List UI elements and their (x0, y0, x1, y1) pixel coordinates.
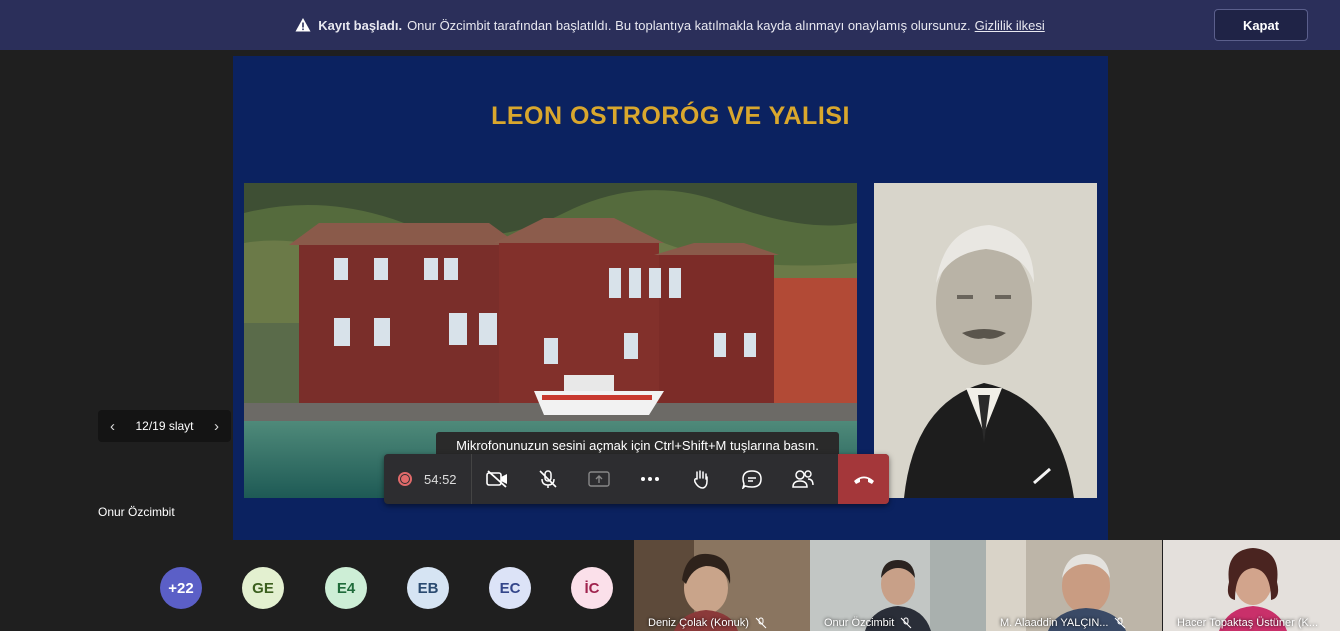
participant-name-tag: M. Alaaddin YALÇIN... (1000, 617, 1126, 629)
meeting-timer: 54:52 (424, 471, 457, 487)
participant-avatar[interactable]: EC (489, 567, 531, 609)
camera-off-icon (486, 470, 508, 488)
camera-toggle-button[interactable] (472, 454, 523, 504)
privacy-link[interactable]: Gizlilik ilkesi (975, 18, 1045, 33)
avatar-label: E4 (336, 579, 356, 597)
avatar-label: GE (252, 579, 274, 597)
participant-avatar[interactable]: EB (407, 567, 449, 609)
mic-toggle-button[interactable] (523, 454, 574, 504)
hang-up-icon (853, 476, 874, 484)
participant-name: Hacer Topaktaş Üstüner (K... (1177, 617, 1319, 629)
mic-off-icon (1115, 617, 1126, 629)
participant-name-tag: Hacer Topaktaş Üstüner (K... (1177, 617, 1318, 629)
slide-counter: 12/19 slayt (135, 419, 194, 433)
participant-name-tag: Deniz Çolak (Konuk) (648, 617, 767, 629)
mic-off-icon (755, 617, 767, 629)
previous-slide-icon[interactable]: ‹ (110, 418, 115, 435)
chat-button[interactable] (727, 454, 778, 504)
avatar-label: İC (584, 579, 600, 597)
video-tile[interactable]: M. Alaaddin YALÇIN... (986, 540, 1162, 631)
participant-avatar[interactable]: GE (242, 567, 284, 609)
participant-avatar[interactable]: İC (571, 567, 613, 609)
next-slide-icon[interactable]: › (214, 418, 219, 435)
participant-name: Deniz Çolak (Konuk) (648, 617, 749, 629)
leave-call-button[interactable] (838, 454, 889, 504)
raise-hand-button[interactable] (676, 454, 727, 504)
participant-name: M. Alaaddin YALÇIN... (1000, 617, 1109, 629)
slide-title: LEON OSTRORÓG VE YALISI (491, 102, 850, 130)
warning-icon (295, 18, 311, 32)
close-banner-button[interactable]: Kapat (1214, 9, 1308, 41)
share-icon (588, 471, 610, 487)
more-icon (641, 477, 660, 481)
presenter-name: Onur Özcimbit (98, 505, 175, 519)
participants-icon (792, 470, 814, 488)
meeting-control-bar: 54:52 (384, 454, 889, 504)
participant-strip: +22 GE E4 EB EC İC Deniz Çolak (Konuk) O… (0, 540, 1340, 631)
avatar-label: EC (499, 579, 521, 597)
banner-message: Onur Özcimbit tarafından başlatıldı. Bu … (407, 17, 971, 33)
mic-off-icon (539, 470, 557, 488)
record-icon (398, 472, 412, 486)
chat-icon (742, 470, 762, 489)
leon-ostrorog-portrait (874, 183, 1097, 498)
avatar-label: +22 (168, 579, 194, 597)
participant-avatar[interactable]: E4 (325, 567, 367, 609)
participants-button[interactable] (778, 454, 829, 504)
video-tile[interactable]: Deniz Çolak (Konuk) (634, 540, 810, 631)
more-actions-button[interactable] (625, 454, 676, 504)
video-tile[interactable]: Hacer Topaktaş Üstüner (K... (1163, 540, 1340, 631)
raise-hand-icon (694, 470, 708, 489)
avatar-label: EB (417, 579, 439, 597)
video-tile[interactable]: Onur Özcimbit (810, 540, 986, 631)
recording-indicator[interactable]: 54:52 (384, 454, 472, 504)
slide-navigator: ‹ 12/19 slayt › (98, 410, 231, 442)
recording-banner: Kayıt başladı. Onur Özcimbit tarafından … (0, 0, 1340, 50)
participant-name-tag: Onur Özcimbit (824, 617, 912, 629)
mic-off-icon (900, 617, 912, 629)
share-screen-button[interactable] (574, 454, 625, 504)
participant-name: Onur Özcimbit (824, 617, 895, 629)
shared-content-stage: LEON OSTRORÓG VE YALISI ‹ 12/19 slayt › … (0, 50, 1340, 540)
banner-title: Kayıt başladı. (318, 17, 403, 33)
more-participants-avatar[interactable]: +22 (160, 567, 202, 609)
